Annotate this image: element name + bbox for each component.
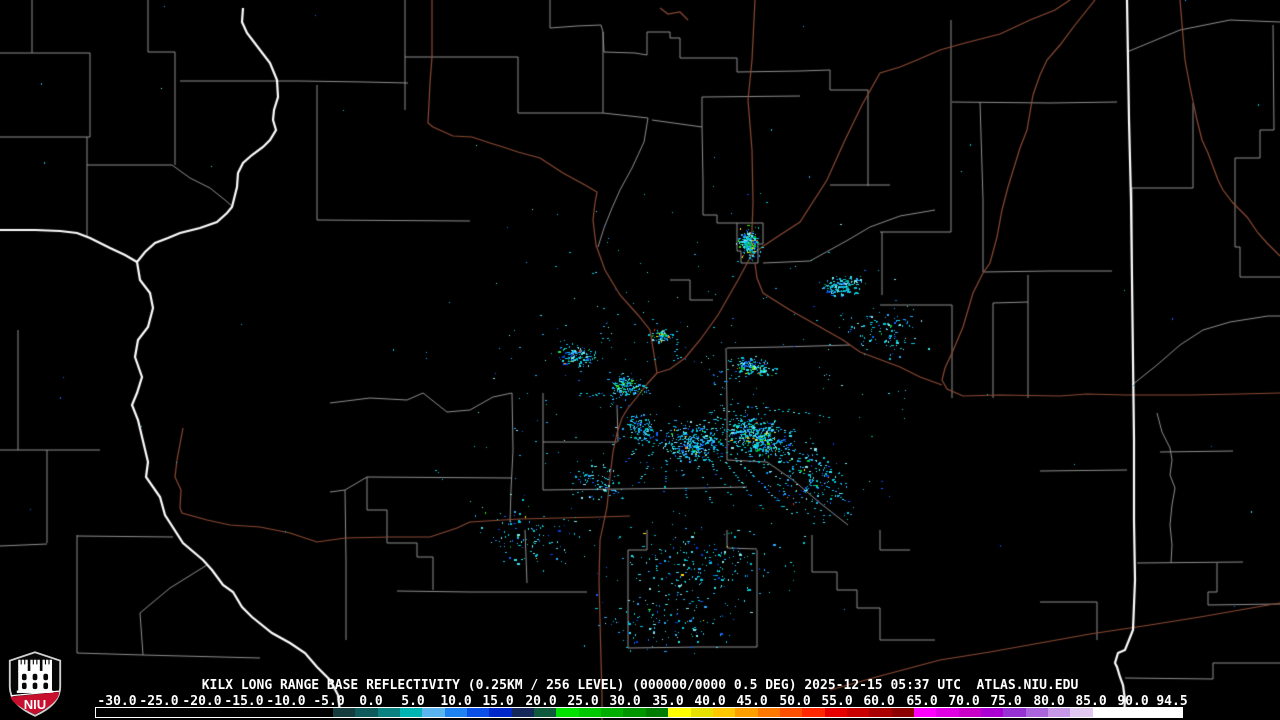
colorbar-segment (1137, 708, 1160, 717)
radar-map-canvas (0, 0, 1280, 720)
colorbar-segment (779, 708, 803, 717)
colorbar-segment (467, 708, 490, 717)
colorbar-segment (1092, 708, 1116, 717)
colorbar-segment (556, 708, 579, 717)
colorbar-segment (623, 708, 646, 717)
colorbar-color-strip (333, 708, 1183, 717)
colorbar-segment (690, 708, 713, 717)
niu-shield-icon: NIU (8, 651, 62, 717)
colorbar-segment (355, 708, 378, 717)
colorbar-segment (511, 708, 535, 717)
colorbar-segment (444, 708, 468, 717)
colorbar-segment (913, 708, 937, 717)
colorbar-segment (601, 708, 624, 717)
colorbar-segment (869, 708, 892, 717)
niu-logo: NIU (7, 650, 63, 718)
reflectivity-scale-labels: -30.0 -25.0 -20.0 -15.0 -10.0 -5.0 0.0 5.0 10.0 1… (0, 694, 1280, 709)
colorbar-segment (400, 708, 423, 717)
colorbar-segment (333, 708, 356, 717)
colorbar-segment (1115, 708, 1138, 717)
colorbar-segment (980, 708, 1004, 717)
colorbar-segment (802, 708, 825, 717)
colorbar-segment (1025, 708, 1048, 717)
colorbar-segment (958, 708, 981, 717)
radar-app-window: KILX LONG RANGE BASE REFLECTIVITY (0.25K… (0, 0, 1280, 720)
colorbar-segment (936, 708, 959, 717)
colorbar-segment (1003, 708, 1026, 717)
colorbar-segment (1070, 708, 1093, 717)
colorbar-segment (1048, 708, 1071, 717)
colorbar-segment (846, 708, 870, 717)
radar-title: KILX LONG RANGE BASE REFLECTIVITY (0.25K… (201, 678, 1079, 693)
colorbar-segment (578, 708, 602, 717)
niu-logo-text: NIU (24, 697, 46, 712)
reflectivity-colorbar (95, 707, 1183, 718)
colorbar-segment (645, 708, 669, 717)
colorbar-segment (422, 708, 445, 717)
colorbar-segment (1159, 708, 1183, 717)
colorbar-segment (534, 708, 557, 717)
colorbar-segment (735, 708, 758, 717)
colorbar-segment (712, 708, 736, 717)
colorbar-segment (377, 708, 401, 717)
colorbar-segment (668, 708, 691, 717)
colorbar-segment (757, 708, 780, 717)
colorbar-segment (891, 708, 914, 717)
colorbar-segment (489, 708, 512, 717)
colorbar-segment (824, 708, 847, 717)
